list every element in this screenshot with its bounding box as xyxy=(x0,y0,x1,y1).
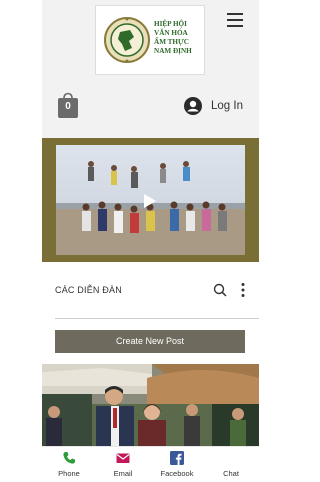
cart-count: 0 xyxy=(65,101,71,112)
login-button[interactable]: Log In xyxy=(184,96,243,116)
event-photo-image xyxy=(42,364,259,446)
chat-icon xyxy=(224,452,238,465)
cart-button[interactable]: 0 xyxy=(56,89,80,119)
login-label: Log In xyxy=(211,100,243,112)
facebook-icon xyxy=(170,451,184,465)
facebook-label: Facebook xyxy=(160,469,194,478)
site-logo[interactable]: HIỆP HỘI VĂN HÓA ẨM THỰC NAM ĐỊNH xyxy=(95,5,205,75)
chat-label: Chat xyxy=(223,469,239,478)
phone-icon xyxy=(63,452,75,464)
site-header: HIỆP HỘI VĂN HÓA ẨM THỰC NAM ĐỊNH 0 Log … xyxy=(42,0,259,138)
email-label: Email xyxy=(113,469,133,478)
more-options-icon[interactable] xyxy=(240,282,246,298)
logo-text: HIỆP HỘI VĂN HÓA ẨM THỰC NAM ĐỊNH xyxy=(154,20,192,55)
event-photo xyxy=(42,364,259,446)
play-icon[interactable] xyxy=(143,193,157,209)
email-icon xyxy=(116,453,130,463)
chat-button[interactable]: Chat xyxy=(204,451,258,478)
contact-bottom-bar: Phone Email Facebook Chat xyxy=(42,446,259,482)
phone-label: Phone xyxy=(58,469,80,478)
email-button[interactable]: Email xyxy=(96,451,150,478)
forum-title: CÁC DIỄN ĐÀN xyxy=(55,285,122,295)
create-new-post-button[interactable]: Create New Post xyxy=(55,330,245,353)
forum-bar: CÁC DIỄN ĐÀN xyxy=(42,276,259,306)
mobile-page: HIỆP HỘI VĂN HÓA ẨM THỰC NAM ĐỊNH 0 Log … xyxy=(42,0,259,482)
search-icon[interactable] xyxy=(213,283,227,297)
user-avatar-icon xyxy=(184,97,202,115)
logo-emblem-icon xyxy=(104,17,150,63)
phone-button[interactable]: Phone xyxy=(42,451,96,478)
facebook-button[interactable]: Facebook xyxy=(150,451,204,478)
menu-icon[interactable] xyxy=(227,13,243,27)
video-player[interactable] xyxy=(56,145,245,255)
divider xyxy=(55,318,259,319)
